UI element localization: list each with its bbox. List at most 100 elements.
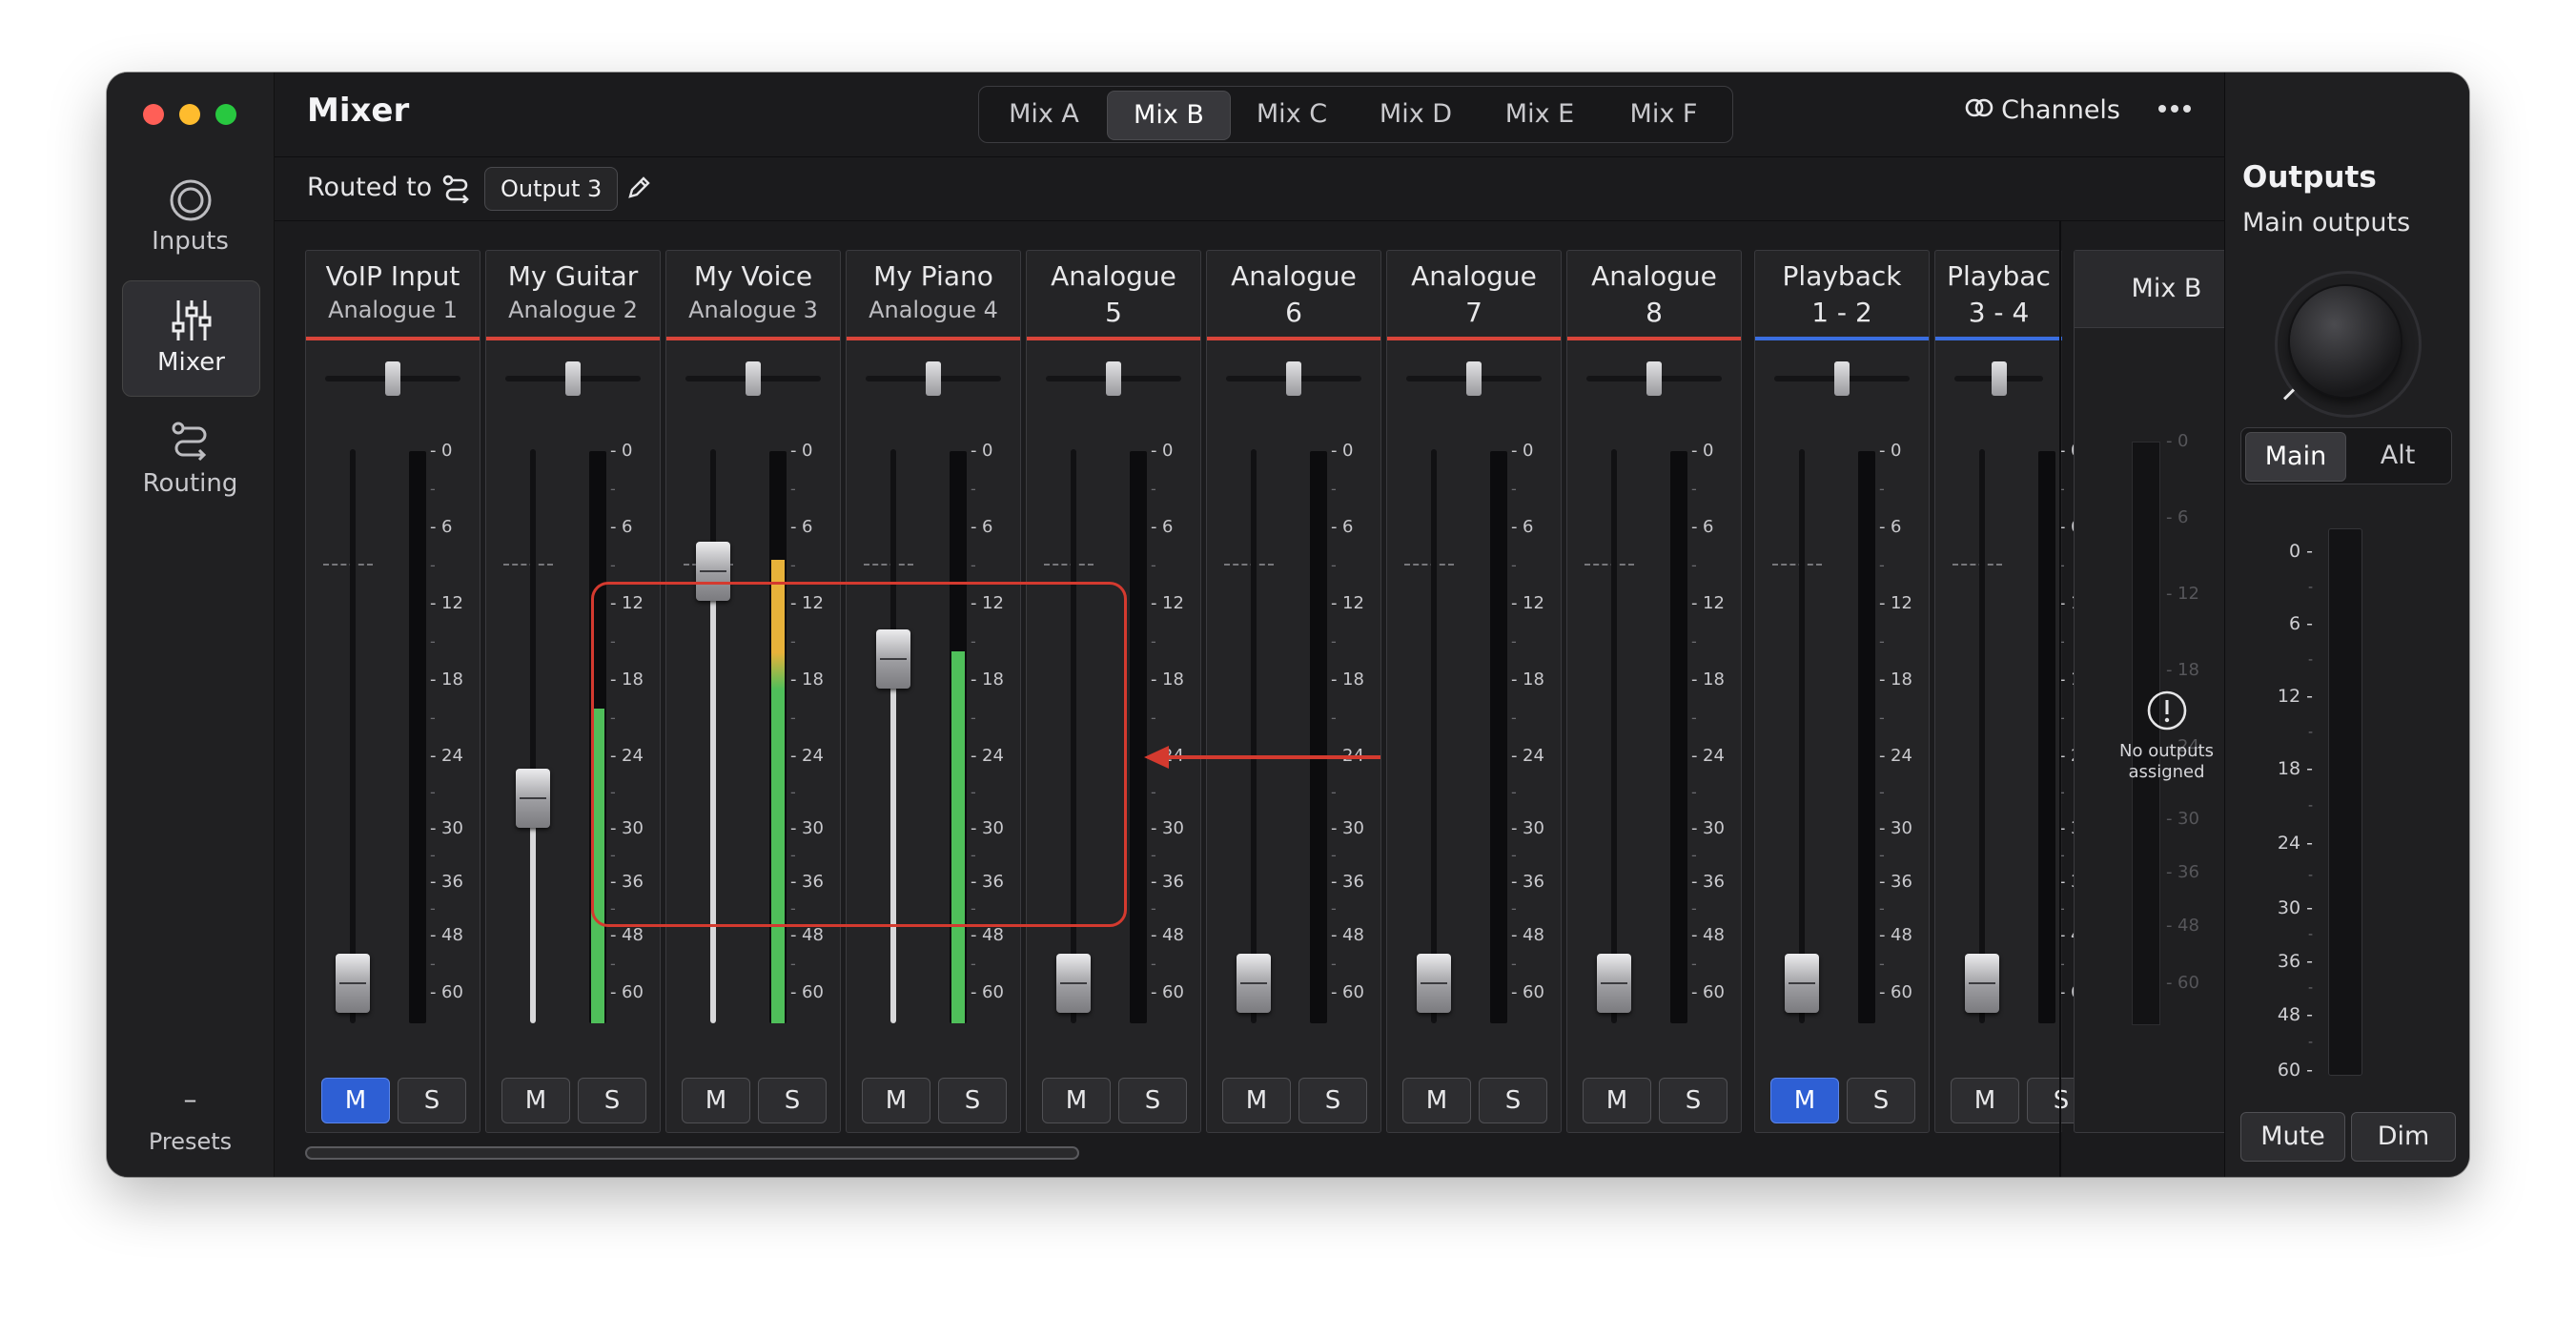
channel-source: Analogue 1 [328,297,458,323]
mute-button[interactable]: M [682,1078,750,1123]
solo-button[interactable]: S [1298,1078,1367,1123]
pan-knob[interactable] [1286,361,1301,396]
fader-track[interactable] [1251,449,1257,1023]
dim-button[interactable]: Dim [2351,1112,2456,1162]
solo-button[interactable]: S [578,1078,646,1123]
alt-segment[interactable]: Alt [2348,432,2447,480]
channel-name[interactable]: My Voice [666,260,840,292]
pan-knob[interactable] [565,361,581,396]
channel-name[interactable]: Playbac [1935,260,2062,292]
output-meter-label: 24 [2278,833,2313,854]
solo-button[interactable]: S [1659,1078,1728,1123]
fader-track[interactable] [530,449,536,1023]
tab-mix-c[interactable]: Mix C [1231,91,1353,138]
fader-knob[interactable] [1237,954,1271,1014]
fader-track[interactable] [1431,449,1437,1023]
tab-mix-b[interactable]: Mix B [1107,91,1231,140]
mute-button[interactable]: M [321,1078,390,1123]
fader-knob[interactable] [1785,954,1819,1014]
meter-tick-label: 30 [441,818,463,838]
channel-name[interactable]: Analogue [1567,260,1741,292]
meter-tick-label: 36 [1162,872,1184,892]
pan-knob[interactable] [1991,361,2007,396]
solo-button[interactable]: S [1479,1078,1547,1123]
pan-knob[interactable] [1646,361,1662,396]
main-segment[interactable]: Main [2245,432,2346,482]
output-select-button[interactable]: Output 3 [484,167,619,211]
fader-knob[interactable] [1597,954,1631,1014]
channel-name[interactable]: My Guitar [486,260,660,292]
channels-button[interactable]: Channels [1965,95,2120,125]
fader-track[interactable] [1979,449,1985,1023]
horizontal-scrollbar[interactable] [305,1146,1079,1160]
output-meter-label: 12 [2278,686,2313,707]
zoom-window-button[interactable] [215,104,236,125]
pan-knob[interactable] [1834,361,1850,396]
mute-button[interactable]: M [1222,1078,1291,1123]
mute-button[interactable]: M [1042,1078,1111,1123]
minimize-window-button[interactable] [179,104,200,125]
channel-name[interactable]: Analogue [1207,260,1380,292]
mute-button[interactable]: M [1770,1078,1839,1123]
solo-button[interactable]: S [758,1078,827,1123]
fader-track[interactable] [1799,449,1805,1023]
sidebar-item-routing[interactable]: Routing [122,402,258,515]
pan-knob[interactable] [746,361,761,396]
meter-tick-label: 30 [1342,818,1364,838]
meter-tick-label: 18 [1703,669,1725,690]
sidebar-item-inputs[interactable]: Inputs [122,160,258,273]
meter-tick-label: 24 [441,746,463,766]
mute-button[interactable]: Mute [2240,1112,2345,1162]
meter-minor-tick: - [1511,783,1517,801]
mute-button[interactable]: M [1402,1078,1471,1123]
solo-button[interactable]: S [1847,1078,1915,1123]
sidebar-item-mixer[interactable]: Mixer [122,280,260,397]
solo-button[interactable]: S [1118,1078,1187,1123]
tab-mix-d[interactable]: Mix D [1355,91,1477,138]
fader-knob[interactable] [336,954,370,1014]
fader-knob[interactable] [1056,954,1091,1014]
more-icon[interactable] [2158,105,2191,114]
fader-track[interactable] [1611,449,1617,1023]
mute-button[interactable]: M [501,1078,570,1123]
tab-mix-a[interactable]: Mix A [983,91,1105,138]
pan-knob[interactable] [926,361,941,396]
meter-minor-tick: - [1879,632,1885,650]
pan-knob[interactable] [385,361,400,396]
channel-name[interactable]: Analogue [1027,260,1200,292]
channel-color-bar [1567,337,1741,340]
meter-tick-label: 6 [1703,517,1714,537]
presets-button[interactable]: – Presets [107,1083,274,1155]
meter-minor-tick: - [1331,556,1337,574]
main-volume-knob[interactable] [2290,286,2401,397]
mute-button[interactable]: M [862,1078,930,1123]
fader-knob[interactable] [1417,954,1451,1014]
solo-button[interactable]: S [398,1078,466,1123]
output-meter-label: 48 [2278,1004,2313,1025]
meter-tick-label: 60 [802,982,824,1002]
fader-track[interactable] [350,449,356,1023]
tab-mix-e[interactable]: Mix E [1479,91,1601,138]
meter-tick-label: 12 [1523,593,1544,613]
channel-name[interactable]: My Piano [847,260,1020,292]
close-window-button[interactable] [143,104,164,125]
pan-knob[interactable] [1466,361,1482,396]
inputs-icon [168,177,214,227]
mute-button[interactable]: M [1583,1078,1651,1123]
solo-button[interactable]: S [938,1078,1007,1123]
channel-name[interactable]: Playback [1755,260,1929,292]
output-meter-scale: 0 - 6 - 12 - 18 - 24 - 30 - 36 - 48 - 60 [2263,528,2320,1081]
meter-minor-tick: - [1331,955,1337,973]
fader-knob[interactable] [516,768,550,828]
channel-name[interactable]: VoIP Input [306,260,480,292]
pencil-icon[interactable] [625,175,652,205]
meter-minor-tick: - [1511,632,1517,650]
meter-tick-label: 60 [1703,982,1725,1002]
meter-minor-tick: - [1691,955,1697,973]
meter-minor-tick: - [1691,480,1697,498]
fader-knob[interactable] [1965,954,1999,1014]
pan-knob[interactable] [1106,361,1121,396]
mute-button[interactable]: M [1951,1078,2019,1123]
channel-name[interactable]: Analogue [1387,260,1561,292]
tab-mix-f[interactable]: Mix F [1603,91,1725,138]
